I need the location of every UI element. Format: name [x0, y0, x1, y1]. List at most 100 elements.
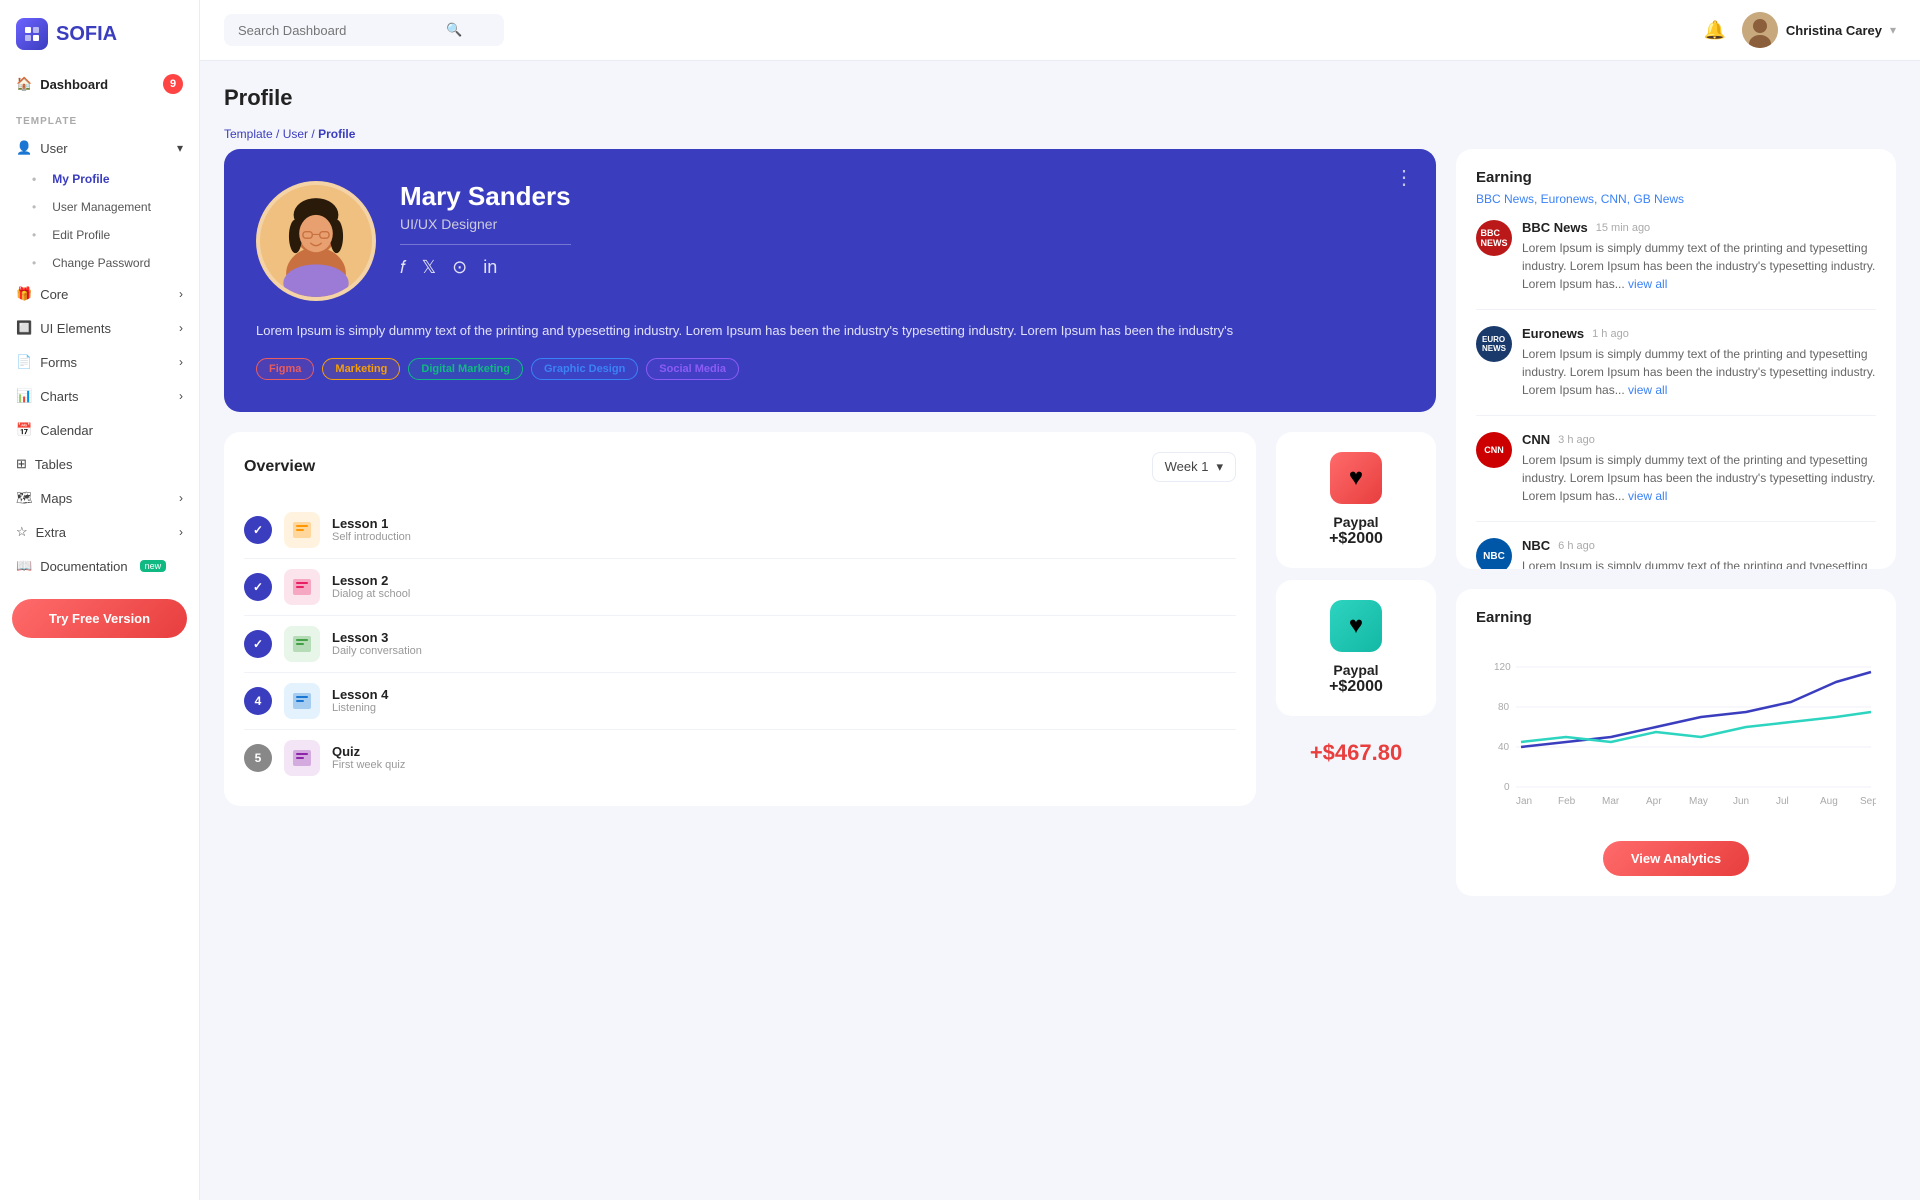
main-area: 🔍 🔔 Christina Carey ▾ Profile Template — [200, 0, 1920, 1200]
lesson-icon — [284, 626, 320, 662]
user-menu[interactable]: Christina Carey ▾ — [1742, 12, 1896, 48]
nbc-logo: NBC — [1476, 538, 1512, 569]
content-grid: ⋮ — [224, 149, 1896, 896]
svg-text:80: 80 — [1498, 702, 1510, 713]
sidebar-item-documentation[interactable]: 📖 Documentation new — [0, 549, 199, 583]
week-select[interactable]: Week 1 ▾ — [1152, 452, 1236, 482]
svg-text:40: 40 — [1498, 742, 1510, 753]
total-amount: +$467.80 — [1276, 728, 1436, 778]
paypal-card-1: ♥ Paypal +$2000 — [1276, 432, 1436, 568]
twitter-icon[interactable]: 𝕏 — [422, 257, 437, 278]
lesson-text: Lesson 3 Daily conversation — [332, 630, 1236, 657]
tag-digital-marketing: Digital Marketing — [408, 358, 523, 380]
try-free-button[interactable]: Try Free Version — [12, 599, 187, 638]
overview-header: Overview Week 1 ▾ — [244, 452, 1236, 482]
chevron-right-icon: › — [179, 389, 183, 403]
search-bar[interactable]: 🔍 — [224, 14, 504, 46]
list-item: ✓ Lesson 1 Self introduction — [244, 502, 1236, 559]
sidebar-item-user[interactable]: 👤 User ▾ — [0, 131, 199, 165]
lesson-icon — [284, 569, 320, 605]
view-analytics-button[interactable]: View Analytics — [1603, 841, 1749, 876]
logo-icon — [16, 18, 48, 50]
search-input[interactable] — [238, 23, 438, 38]
tag-graphic-design: Graphic Design — [531, 358, 638, 380]
svg-text:120: 120 — [1494, 662, 1511, 673]
sidebar-item-my-profile[interactable]: My Profile — [0, 165, 199, 193]
content-area: Profile Template / User / Profile ⋮ — [200, 61, 1920, 1200]
svg-text:Apr: Apr — [1646, 796, 1662, 807]
bbc-logo: BBCNEWS — [1476, 220, 1512, 256]
lesson-text: Lesson 4 Listening — [332, 687, 1236, 714]
euronews-logo: EURONEWS — [1476, 326, 1512, 362]
svg-text:Jan: Jan — [1516, 796, 1532, 807]
svg-text:0: 0 — [1504, 782, 1510, 793]
sidebar-item-user-management[interactable]: User Management — [0, 193, 199, 221]
view-all-link[interactable]: view all — [1628, 383, 1667, 397]
sidebar-item-tables[interactable]: ⊞ Tables — [0, 447, 199, 481]
right-column: Earning BBC News, Euronews, CNN, GB News… — [1456, 149, 1896, 896]
facebook-icon[interactable]: 𝑓 — [400, 257, 406, 278]
charts-icon: 📊 — [16, 388, 32, 404]
profile-avatar — [256, 181, 376, 301]
lesson-text: Quiz First week quiz — [332, 744, 1236, 771]
sidebar-item-maps[interactable]: 🗺 Maps › — [0, 481, 199, 515]
lesson-icon — [284, 683, 320, 719]
new-badge: new — [140, 560, 167, 572]
home-icon: 🏠 — [16, 76, 32, 92]
profile-bio: Lorem Ipsum is simply dummy text of the … — [256, 321, 1404, 342]
earning-sources: BBC News, Euronews, CNN, GB News — [1476, 192, 1876, 206]
view-all-link[interactable]: view all — [1628, 489, 1667, 503]
forms-icon: 📄 — [16, 354, 32, 370]
sidebar-item-calendar[interactable]: 📅 Calendar — [0, 413, 199, 447]
chevron-right-icon: › — [179, 355, 183, 369]
lesson-step: 4 — [244, 687, 272, 715]
chevron-down-icon: ▾ — [177, 141, 183, 155]
lesson-step: 5 — [244, 744, 272, 772]
svg-text:Feb: Feb — [1558, 796, 1576, 807]
notification-bell-icon[interactable]: 🔔 — [1703, 20, 1725, 41]
paypal-amount-2: +$2000 — [1329, 678, 1383, 696]
chart-title: Earning — [1476, 609, 1876, 626]
chevron-down-icon: ▾ — [1216, 459, 1223, 475]
profile-name: Mary Sanders — [400, 181, 571, 212]
news-content: BBC News 15 min ago Lorem Ipsum is simpl… — [1522, 220, 1876, 293]
sidebar-item-edit-profile[interactable]: Edit Profile — [0, 221, 199, 249]
paypal-name-1: Paypal — [1333, 514, 1378, 530]
earning-news-card: Earning BBC News, Euronews, CNN, GB News… — [1456, 149, 1896, 569]
lesson-list: ✓ Lesson 1 Self introduction — [244, 502, 1236, 786]
search-icon[interactable]: 🔍 — [446, 22, 462, 38]
sidebar-item-core[interactable]: 🎁 Core › — [0, 277, 199, 311]
tables-icon: ⊞ — [16, 456, 27, 472]
cnn-logo: CNN — [1476, 432, 1512, 468]
list-item: ✓ Lesson 2 Dialog at school — [244, 559, 1236, 616]
view-all-link[interactable]: view all — [1628, 277, 1667, 291]
linkedin-icon[interactable]: in — [483, 257, 497, 278]
sidebar-item-ui-elements[interactable]: 🔲 UI Elements › — [0, 311, 199, 345]
sidebar-item-charts[interactable]: 📊 Charts › — [0, 379, 199, 413]
header: 🔍 🔔 Christina Carey ▾ — [200, 0, 1920, 61]
news-item-nbc: NBC NBC 6 h ago Lorem Ipsum is simply du… — [1476, 538, 1876, 569]
news-item-euronews: EURONEWS Euronews 1 h ago Lorem Ipsum is… — [1476, 326, 1876, 416]
sidebar-item-extra[interactable]: ☆ Extra › — [0, 515, 199, 549]
chart-card: Earning 120 80 40 0 — [1456, 589, 1896, 896]
sidebar-item-forms[interactable]: 📄 Forms › — [0, 345, 199, 379]
sidebar-item-dashboard[interactable]: 🏠 Dashboard 9 — [0, 64, 199, 104]
profile-card-top: Mary Sanders UI/UX Designer 𝑓 𝕏 ⊙ in — [256, 181, 1404, 301]
chevron-right-icon: › — [179, 491, 183, 505]
ui-icon: 🔲 — [16, 320, 32, 336]
user-icon: 👤 — [16, 140, 32, 156]
chevron-right-icon: › — [179, 525, 183, 539]
earning-news-title: Earning — [1476, 169, 1876, 186]
github-icon[interactable]: ⊙ — [452, 257, 467, 278]
header-right: 🔔 Christina Carey ▾ — [1703, 12, 1896, 48]
chevron-right-icon: › — [179, 287, 183, 301]
app-logo[interactable]: SOFIA — [0, 0, 199, 64]
calendar-icon: 📅 — [16, 422, 32, 438]
chevron-down-icon: ▾ — [1890, 23, 1896, 37]
more-options-icon[interactable]: ⋮ — [1394, 165, 1416, 190]
sidebar-section-template: TEMPLATE — [0, 104, 199, 131]
lesson-step: ✓ — [244, 516, 272, 544]
sidebar-item-change-password[interactable]: Change Password — [0, 249, 199, 277]
user-name-label: Christina Carey — [1786, 23, 1882, 38]
breadcrumb: Template / User / Profile — [224, 127, 1896, 141]
